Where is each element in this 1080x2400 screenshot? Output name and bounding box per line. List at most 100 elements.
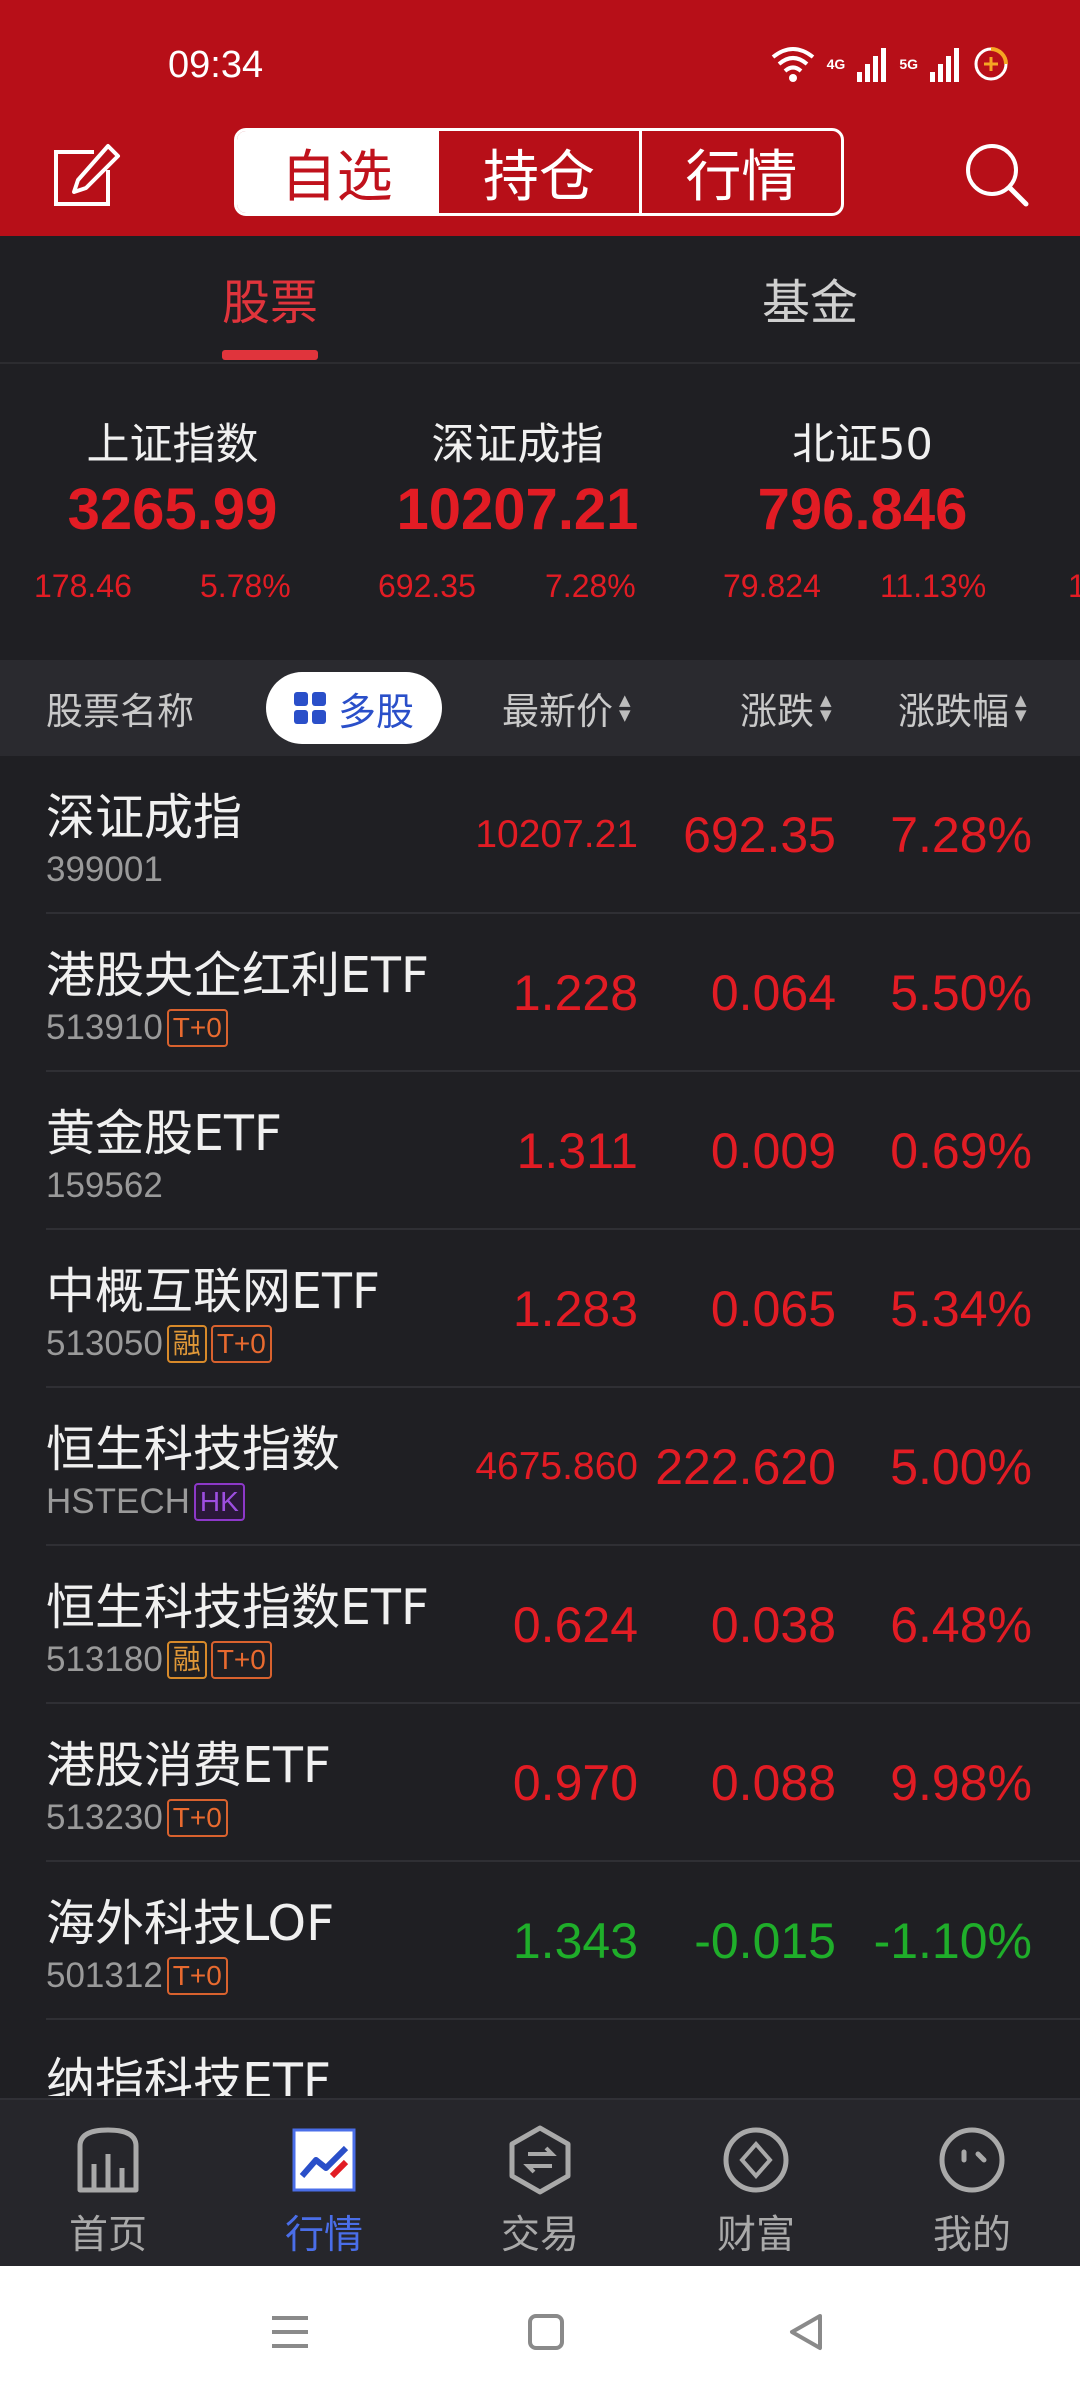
security-code-line: 399001 (46, 850, 163, 890)
table-row[interactable]: 深证成指 399001 10207.21 692.35 7.28% (0, 756, 1080, 914)
nav-trade[interactable]: 交易 (432, 2100, 648, 2266)
price-change: 0.042 (711, 2040, 836, 2096)
margin-badge: 融 (166, 1641, 207, 1679)
nav-home[interactable]: 首页 (0, 2100, 216, 2266)
index-change: 692.35 (378, 568, 476, 604)
tab-stocks[interactable]: 股票 (222, 236, 318, 360)
latest-price: 0.624 (512, 1597, 638, 1653)
price-change-pct: 5.00% (890, 1439, 1032, 1495)
menu-icon[interactable] (262, 2304, 318, 2360)
price-change: 0.038 (710, 1597, 836, 1653)
t0-badge: T+0 (166, 1957, 228, 1995)
asset-type-tabs: 股票 基金 (0, 236, 1080, 364)
sort-icon: ▲ ▼ (619, 691, 631, 724)
security-code-line: 501312 T+0 (46, 1956, 228, 1996)
sort-icon: ▲ ▼ (820, 691, 832, 724)
back-triangle-icon[interactable] (778, 2304, 834, 2360)
price-change-pct: 5.34% (890, 1281, 1032, 1337)
signal-bars-icon-2 (930, 48, 959, 82)
grid-icon (293, 692, 326, 724)
security-code: 513230 (46, 1798, 163, 1837)
table-row[interactable]: 海外科技LOF 501312 T+0 1.343 -0.015 -1.10% (0, 1862, 1080, 2020)
trade-exchange-icon (509, 2125, 571, 2195)
security-name: 海外科技LOF (46, 1895, 335, 1952)
price-change-pct: 7.28% (890, 807, 1032, 863)
price-change-pct: 9.98% (890, 1755, 1032, 1811)
security-code-line: 513180 融 T+0 (46, 1640, 272, 1680)
index-summary: 上证指数 3265.99 178.46 5.78% 深证成指 10207.21 … (0, 364, 1080, 658)
security-name: 黄金股ETF (46, 1105, 283, 1162)
sort-price-button[interactable]: 最新价 ▲ ▼ (502, 660, 631, 756)
price-change-pct: 3.01% (890, 2040, 1032, 2096)
nav-label: 首页 (68, 2213, 147, 2258)
security-code-line: HSTECH HK (46, 1482, 245, 1522)
table-row[interactable]: 恒生科技指数ETF 513180 融 T+0 0.624 0.038 6.48% (0, 1546, 1080, 1704)
app-header: 09:34 4G 5G 自选 持仓 行情 (0, 0, 1080, 236)
latest-price: 0.970 (512, 1755, 638, 1811)
security-name: 港股央企红利ETF (46, 947, 430, 1004)
search-icon (966, 144, 1029, 207)
home-chart-icon (77, 2127, 139, 2193)
hk-market-badge: HK (193, 1483, 245, 1521)
index-change: 79.824 (723, 568, 821, 604)
price-change-pct: 6.48% (890, 1597, 1032, 1653)
price-change: 0.088 (710, 1755, 836, 1811)
market-trend-icon (292, 2128, 356, 2192)
price-change-pct: 0.69% (890, 1123, 1032, 1179)
index-value: 3265.99 (67, 477, 278, 542)
network-type-label-2: 5G (899, 56, 918, 72)
latest-price: 4675.860 (475, 1445, 638, 1488)
price-change: -0.015 (694, 1913, 836, 1969)
wifi-icon (771, 47, 814, 82)
tab-holdings[interactable]: 持仓 (436, 131, 638, 213)
edit-icon (54, 144, 120, 206)
table-row[interactable]: 中概互联网ETF 513050 融 T+0 1.283 0.065 5.34% (0, 1230, 1080, 1388)
sort-pct-button[interactable]: 涨跌幅 ▲ ▼ (898, 660, 1027, 756)
table-row[interactable]: 黄金股ETF 159562 1.311 0.009 0.69% (0, 1072, 1080, 1230)
nav-wealth[interactable]: 财富 (648, 2100, 864, 2266)
top-segment-tabs: 自选 持仓 行情 (234, 128, 844, 216)
tab-funds[interactable]: 基金 (762, 236, 858, 360)
security-code: 513050 (46, 1324, 163, 1363)
latest-price: 1.311 (516, 1123, 638, 1179)
tab-market[interactable]: 行情 (638, 131, 841, 213)
security-name: 纳指科技ETF (46, 2053, 332, 2096)
index-change-pct: 5.78% (200, 568, 291, 604)
security-code: 399001 (46, 850, 163, 889)
sort-icon: ▲ ▼ (1015, 691, 1027, 724)
profile-face-icon (939, 2127, 1005, 2193)
table-row[interactable]: 恒生科技指数 HSTECH HK 4675.860 222.620 5.00% (0, 1388, 1080, 1546)
active-tab-indicator (222, 350, 318, 360)
nav-label: 财富 (716, 2213, 795, 2258)
table-row[interactable]: 港股央企红利ETF 513910 T+0 1.228 0.064 5.50% (0, 914, 1080, 1072)
security-code-line: 513910 T+0 (46, 1008, 228, 1048)
home-square-icon[interactable] (518, 2304, 574, 2360)
latest-price: 10207.21 (475, 813, 638, 856)
index-name: 深证成指 (431, 420, 604, 470)
latest-price: 1.436 (513, 2040, 638, 2096)
nav-label: 行情 (284, 2213, 363, 2258)
status-icons: 4G 5G (771, 42, 1010, 86)
security-name: 恒生科技指数ETF (46, 1579, 430, 1636)
index-change: 178.46 (34, 568, 132, 604)
edit-watchlist-button[interactable] (50, 142, 122, 212)
multi-stock-label: 多股 (337, 689, 414, 734)
t0-badge: T+0 (166, 1009, 228, 1047)
index-card-partial: 1 (1068, 568, 1080, 604)
search-button[interactable] (958, 136, 1034, 212)
security-code-line: 513050 融 T+0 (46, 1324, 272, 1364)
table-row[interactable]: 港股消费ETF 513230 T+0 0.970 0.088 9.98% (0, 1704, 1080, 1862)
security-name: 深证成指 (46, 789, 243, 846)
nav-market[interactable]: 行情 (216, 2100, 432, 2266)
nav-profile[interactable]: 我的 (864, 2100, 1080, 2266)
multi-stock-button[interactable]: 多股 (266, 672, 442, 744)
security-name: 中概互联网ETF (46, 1263, 381, 1320)
column-pct-label: 涨跌幅 (898, 690, 1009, 733)
network-type-label-1: 4G (826, 56, 846, 72)
security-code: HSTECH (46, 1482, 190, 1521)
price-change: 0.064 (710, 965, 836, 1021)
sort-change-button[interactable]: 涨跌 ▲ ▼ (740, 660, 832, 756)
tab-watchlist[interactable]: 自选 (237, 131, 437, 213)
index-change-pct: 7.28% (545, 568, 636, 604)
table-row[interactable]: 纳指科技ETF 1.436 0.042 3.01% (0, 2020, 1080, 2096)
